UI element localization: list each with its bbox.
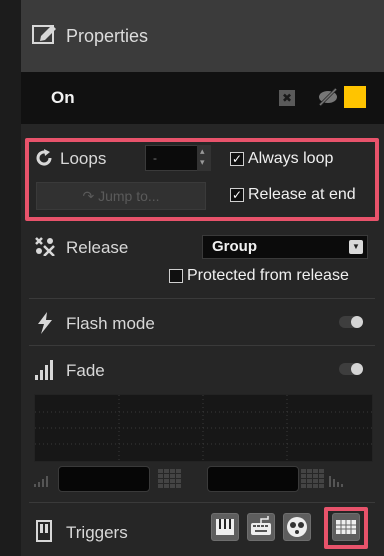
dropdown-arrow-icon[interactable]: ▼ — [349, 240, 363, 254]
joystick-button[interactable] — [283, 513, 311, 541]
title-bar: Properties — [21, 0, 384, 72]
always-loop-label: Always loop — [248, 150, 334, 167]
fade-label: Fade — [66, 361, 105, 380]
toggle-knob — [351, 316, 363, 328]
jump-to-button[interactable]: ↷ Jump to... — [36, 182, 206, 210]
fade-out-bars-icon — [329, 474, 345, 492]
divider — [29, 345, 375, 346]
protected-label: Protected from release — [187, 267, 349, 284]
protected-box[interactable] — [169, 269, 183, 283]
always-loop-box[interactable]: ✓ — [230, 152, 244, 166]
fade-out-field[interactable] — [207, 466, 299, 492]
fade-curve-graph[interactable] — [34, 394, 373, 462]
keypad-grid-button[interactable] — [332, 513, 360, 541]
on-label: On — [51, 88, 75, 107]
release-group-select[interactable]: Group ▼ — [202, 235, 368, 259]
hidden-eye-icon[interactable] — [317, 87, 339, 111]
fade-icon — [34, 359, 56, 386]
release-group-value: Group — [212, 238, 257, 255]
fade-in-keypad-icon[interactable] — [158, 469, 182, 494]
fade-in-field[interactable] — [58, 466, 150, 492]
piano-keys-button[interactable] — [211, 513, 239, 541]
divider — [29, 298, 375, 299]
clear-button[interactable]: ✖ — [279, 90, 295, 106]
release-at-end-box[interactable]: ✓ — [230, 188, 244, 202]
release-at-end-checkbox[interactable]: ✓ Release at end — [230, 186, 356, 204]
protected-checkbox[interactable]: Protected from release — [169, 267, 349, 285]
loop-icon — [34, 148, 54, 173]
release-at-end-label: Release at end — [248, 186, 356, 203]
triggers-label: Triggers — [66, 523, 128, 542]
fade-toggle[interactable] — [339, 363, 363, 375]
flash-mode-toggle[interactable] — [339, 316, 363, 328]
always-loop-checkbox[interactable]: ✓ Always loop — [230, 150, 333, 168]
toggle-knob — [351, 363, 363, 375]
properties-panel: Properties On ✖ Loops - ↷ Jump to... ✓ A… — [21, 0, 384, 556]
fade-out-keypad-icon[interactable] — [301, 469, 325, 494]
fade-in-bars-icon — [34, 474, 50, 492]
loops-stepper[interactable] — [197, 145, 211, 171]
divider — [29, 502, 375, 503]
release-label: Release — [66, 238, 129, 257]
keyboard-icon — [251, 516, 271, 535]
joystick-icon — [287, 517, 307, 537]
piano-keys-icon — [216, 519, 234, 535]
color-swatch[interactable] — [344, 86, 366, 108]
triggers-icon — [36, 520, 52, 547]
panel-title: Properties — [66, 26, 149, 46]
flash-mode-label: Flash mode — [66, 314, 155, 333]
loops-label: Loops — [60, 149, 107, 168]
keypad-grid-icon — [336, 520, 356, 534]
edit-properties-icon — [32, 23, 58, 50]
keyboard-button[interactable] — [247, 513, 275, 541]
release-icon — [34, 236, 56, 261]
flash-icon — [37, 312, 53, 339]
